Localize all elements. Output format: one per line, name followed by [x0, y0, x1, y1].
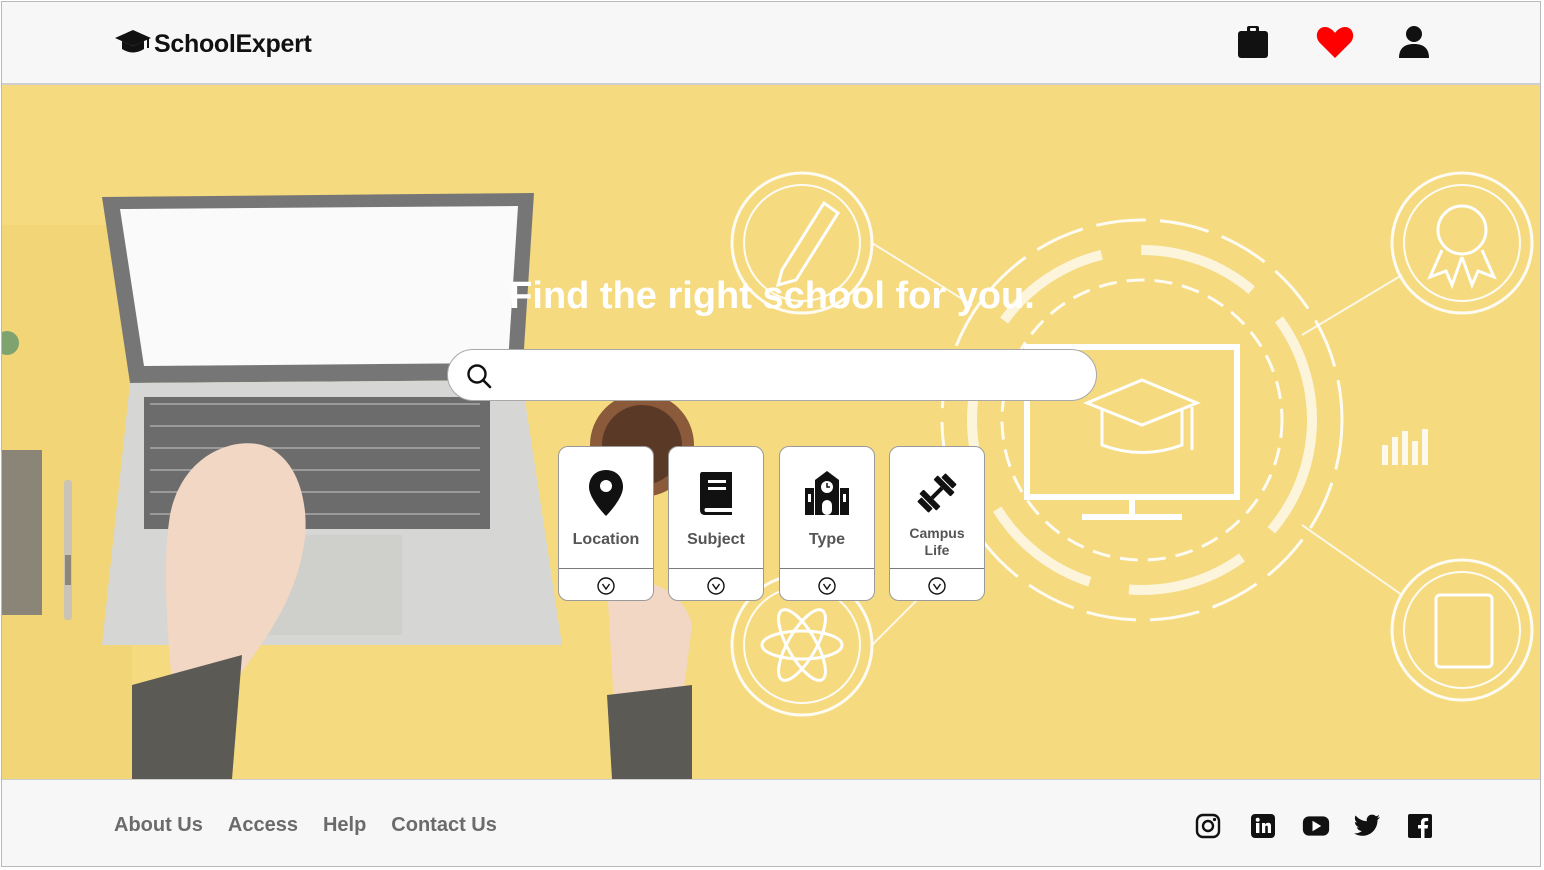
account-button[interactable]: [1396, 25, 1432, 64]
divider: [559, 568, 653, 569]
footer-link-access[interactable]: Access: [228, 814, 298, 837]
chevron-down-icon[interactable]: [928, 577, 946, 595]
category-campus-life[interactable]: Campus Life: [889, 446, 985, 601]
category-label: Campus Life: [890, 525, 984, 559]
category-label: Type: [808, 531, 846, 548]
divider: [669, 568, 763, 569]
brand-logo[interactable]: SchoolExpert: [114, 27, 312, 62]
map-pin-icon: [559, 465, 653, 521]
graduation-cap-icon: [114, 27, 152, 62]
twitter-icon[interactable]: [1353, 812, 1381, 840]
instagram-icon[interactable]: [1194, 812, 1222, 840]
chevron-down-icon[interactable]: [818, 577, 836, 595]
category-label: Subject: [687, 531, 745, 548]
category-label-line1: Campus: [909, 525, 965, 541]
page-frame: SchoolExpert Find the right school for y…: [1, 1, 1541, 867]
footer-link-contact-us[interactable]: Contact Us: [391, 814, 497, 837]
hero-title: Find the right school for you.: [509, 275, 1035, 317]
category-type[interactable]: Type: [779, 446, 875, 601]
brand-name: SchoolExpert: [154, 30, 312, 58]
linkedin-icon[interactable]: [1249, 812, 1277, 840]
footer: About Us Access Help Contact Us: [2, 779, 1540, 866]
footer-link-help[interactable]: Help: [323, 814, 366, 837]
divider: [780, 568, 874, 569]
divider: [890, 568, 984, 569]
header: SchoolExpert: [2, 2, 1540, 85]
user-icon: [1397, 25, 1431, 64]
footer-links: About Us Access Help Contact Us: [114, 814, 497, 837]
hero-banner: Find the right school for you. Location: [2, 85, 1540, 779]
footer-link-about-us[interactable]: About Us: [114, 814, 203, 837]
category-label-line2: Life: [924, 542, 950, 558]
hero-background-image: [2, 85, 1540, 779]
category-location[interactable]: Location: [558, 446, 654, 601]
search-input[interactable]: [508, 358, 1082, 394]
search-icon[interactable]: [466, 363, 492, 394]
clipboard-icon: [1237, 25, 1269, 64]
favorites-button[interactable]: [1316, 25, 1354, 64]
school-building-icon: [780, 465, 874, 521]
category-label: Location: [572, 531, 640, 548]
chevron-down-icon[interactable]: [597, 577, 615, 595]
youtube-icon[interactable]: [1302, 812, 1330, 840]
search-bar[interactable]: [447, 349, 1097, 401]
heart-icon: [1316, 25, 1354, 64]
category-subject[interactable]: Subject: [668, 446, 764, 601]
dumbbell-icon: [890, 465, 984, 521]
chevron-down-icon[interactable]: [707, 577, 725, 595]
facebook-icon[interactable]: [1406, 812, 1434, 840]
book-icon: [669, 465, 763, 521]
clipboard-button[interactable]: [1235, 25, 1271, 64]
